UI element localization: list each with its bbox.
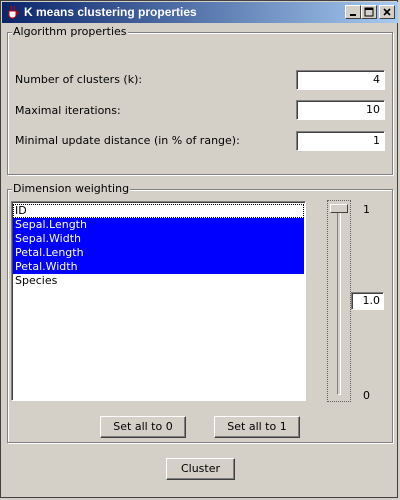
slider-track bbox=[337, 207, 341, 395]
slider-max-label: 1 bbox=[363, 203, 370, 216]
dimension-weighting-label: Dimension weighting bbox=[12, 182, 131, 195]
weight-value-field[interactable]: 1.0 bbox=[351, 292, 384, 310]
title-bar[interactable]: K means clustering properties bbox=[2, 2, 398, 23]
list-item-species[interactable]: Species bbox=[13, 274, 304, 288]
set-all-to-0-button[interactable]: Set all to 0 bbox=[100, 416, 186, 438]
list-item-petal-length[interactable]: Petal.Length bbox=[13, 246, 304, 260]
minimize-button[interactable] bbox=[345, 5, 361, 19]
window-title: K means clustering properties bbox=[24, 5, 197, 19]
list-item-sepal-length[interactable]: Sepal.Length bbox=[13, 218, 304, 232]
clusters-label: Number of clusters (k): bbox=[15, 73, 143, 86]
dialog-window: K means clustering properties Algorithm … bbox=[0, 0, 398, 498]
dimension-list[interactable]: ID Sepal.Length Sepal.Width Petal.Length… bbox=[11, 201, 306, 401]
slider-min-label: 0 bbox=[363, 389, 370, 402]
iterations-field[interactable]: 10 bbox=[296, 100, 385, 120]
min-update-label: Minimal update distance (in % of range): bbox=[15, 134, 240, 147]
iterations-label: Maximal iterations: bbox=[15, 104, 121, 117]
clusters-field[interactable]: 4 bbox=[296, 70, 385, 90]
list-item-sepal-width[interactable]: Sepal.Width bbox=[13, 232, 304, 246]
close-button[interactable] bbox=[379, 5, 395, 19]
list-item-id[interactable]: ID bbox=[13, 204, 304, 218]
maximize-icon bbox=[364, 7, 374, 17]
min-update-field[interactable]: 1 bbox=[296, 131, 385, 151]
minimize-icon bbox=[350, 14, 356, 16]
set-all-to-1-button[interactable]: Set all to 1 bbox=[214, 416, 300, 438]
close-icon bbox=[383, 8, 391, 16]
maximize-button[interactable] bbox=[361, 5, 377, 19]
algorithm-properties-label: Algorithm properties bbox=[12, 25, 128, 38]
weight-slider[interactable] bbox=[327, 200, 351, 402]
list-item-petal-width[interactable]: Petal.Width bbox=[13, 260, 304, 274]
cluster-button[interactable]: Cluster bbox=[166, 458, 235, 480]
java-cup-icon bbox=[6, 5, 20, 19]
slider-thumb[interactable] bbox=[330, 204, 348, 213]
